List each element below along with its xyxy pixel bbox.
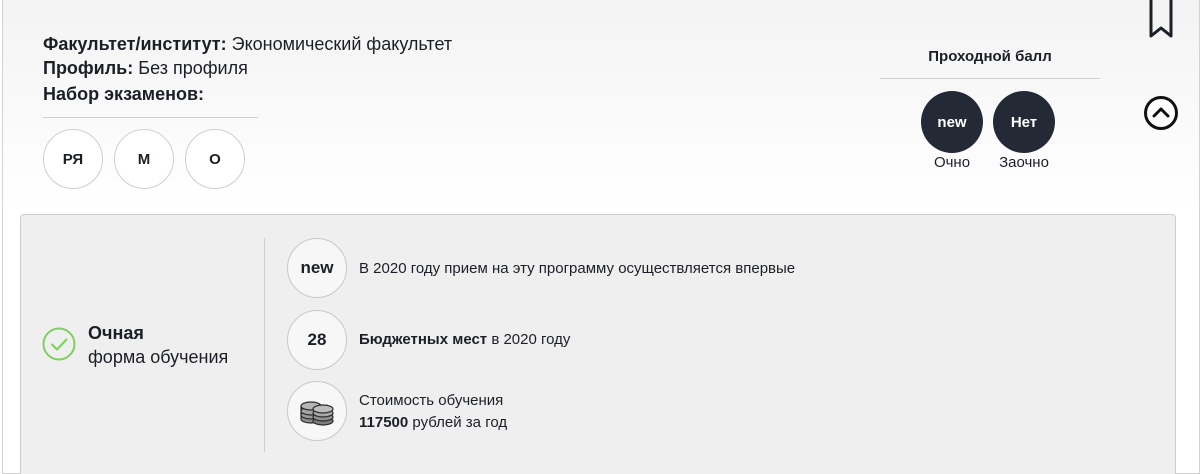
faculty-value: Экономический факультет — [231, 34, 453, 54]
profile-label: Профиль: — [43, 58, 134, 78]
cost-label: Стоимость обучения — [359, 392, 504, 409]
check-circle-icon — [42, 327, 76, 361]
study-form-title: Очная — [88, 323, 144, 343]
passing-score-title: Проходной балл — [928, 48, 1052, 65]
exams-title: Набор экзаменов: — [43, 84, 205, 104]
cost-rest: рублей за год — [408, 414, 508, 431]
coins-badge — [287, 381, 347, 441]
exam-chip-ry[interactable]: РЯ — [43, 129, 103, 189]
faculty-label: Факультет/институт: — [43, 34, 227, 54]
budget-text-bold: Бюджетных мест — [359, 331, 488, 348]
study-form-subtitle: форма обучения — [88, 347, 229, 367]
budget-text: Бюджетных мест в 2020 году — [359, 329, 570, 351]
chevron-up-circle-icon[interactable] — [1143, 95, 1179, 131]
score-fulltime-badge: new — [921, 91, 983, 153]
budget-count-badge: 28 — [287, 310, 347, 370]
exam-chip-m[interactable]: М — [114, 129, 174, 189]
profile-row: Профиль: Без профиля — [43, 56, 452, 80]
program-info: Факультет/институт: Экономический факуль… — [43, 32, 452, 80]
cost-text: Стоимость обучения 117500 рублей за год — [359, 390, 507, 434]
profile-value: Без профиля — [138, 58, 248, 78]
bookmark-icon[interactable] — [1147, 0, 1175, 40]
panel-divider — [264, 238, 265, 452]
new-badge: new — [287, 238, 347, 298]
budget-text-rest: в 2020 году — [487, 331, 571, 348]
cost-amount: 117500 — [359, 414, 409, 431]
score-extramural-label: Заочно — [999, 154, 1049, 171]
exam-chip-o[interactable]: О — [185, 129, 245, 189]
faculty-row: Факультет/институт: Экономический факуль… — [43, 32, 452, 56]
exams-divider — [43, 117, 258, 118]
cost-line: 117500 рублей за год — [359, 412, 507, 434]
passing-score-divider — [880, 78, 1100, 79]
study-form-panel — [20, 214, 1176, 474]
coins-icon — [300, 401, 334, 426]
score-extramural-badge: Нет — [993, 91, 1055, 153]
new-program-text: В 2020 году прием на эту программу осуще… — [359, 260, 796, 277]
